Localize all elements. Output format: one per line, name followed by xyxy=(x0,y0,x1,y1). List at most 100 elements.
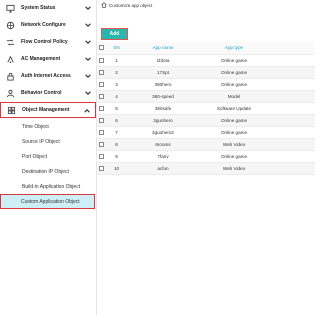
app-type-cell: Web Video xyxy=(198,138,270,151)
chevron-up-icon[interactable] xyxy=(82,106,92,116)
submenu-item-source-ip-object[interactable]: Source IP Object xyxy=(0,134,96,149)
row-checkbox[interactable] xyxy=(97,138,105,151)
row-checkbox[interactable] xyxy=(97,90,105,103)
sidebar-item-ac-management[interactable]: AC Management xyxy=(0,51,96,67)
app-name-cell: 6rooms xyxy=(128,138,198,151)
row-filler xyxy=(270,162,315,175)
app-name-cell: 360-speed xyxy=(128,90,198,103)
sn-cell: 9 xyxy=(105,150,128,163)
object-icon xyxy=(7,106,16,115)
submenu-item-port-object[interactable]: Port Object xyxy=(0,149,96,164)
sidebar-item-label: Auth Internet Access xyxy=(21,73,71,79)
app-name-cell: 7fanv xyxy=(128,150,198,163)
sidebar-item-label: Network Configure xyxy=(21,22,66,28)
app-type-cell: Online game xyxy=(198,78,270,91)
app-name-cell: 3guohero2 xyxy=(128,126,198,139)
submenu-item-time-object[interactable]: Time Object xyxy=(0,119,96,134)
table-row[interactable]: 4 360-speed Model xyxy=(97,90,315,103)
sidebar-item-auth-internet-access[interactable]: Auth Internet Access xyxy=(0,68,96,84)
sn-header[interactable]: SN xyxy=(105,42,128,55)
row-checkbox[interactable] xyxy=(97,114,105,127)
network-icon xyxy=(6,21,15,30)
table-header-row: SN App name App type xyxy=(97,42,315,55)
table-row[interactable]: 3 360hero Online game xyxy=(97,78,315,91)
chevron-down-icon[interactable] xyxy=(83,71,93,81)
row-checkbox[interactable] xyxy=(97,66,105,79)
sidebar-item-object-management[interactable]: Object Management xyxy=(0,102,96,118)
sidebar-item-label: AC Management xyxy=(21,56,61,62)
app-name-cell: 17Spt xyxy=(128,66,198,79)
table-row[interactable]: 10 acfun Web Video xyxy=(97,162,315,175)
submenu-item-destination-ip-object[interactable]: Destination IP Object xyxy=(0,164,96,179)
table-row[interactable]: 7 3guohero2 Online game xyxy=(97,126,315,139)
app-type-header[interactable]: App type xyxy=(198,42,270,55)
chevron-down-icon[interactable] xyxy=(83,3,93,13)
toolbar: Add xyxy=(97,28,315,42)
behavior-icon xyxy=(6,89,15,98)
sidebar-item-network-configure[interactable]: Network Configure xyxy=(0,17,96,33)
object-management-submenu: Time Object Source IP Object Port Object De… xyxy=(0,119,96,209)
sn-cell: 6 xyxy=(105,114,128,127)
select-all-checkbox[interactable] xyxy=(97,42,105,55)
row-checkbox[interactable] xyxy=(97,150,105,163)
row-filler xyxy=(270,66,315,79)
submenu-item-custom-application-object[interactable]: Custom Application Object xyxy=(0,194,95,209)
monitor-icon xyxy=(6,4,15,13)
sidebar-item-label: Behavior Control xyxy=(21,90,62,96)
header-filler xyxy=(270,42,315,55)
table-row[interactable]: 9 7fanv Online game xyxy=(97,150,315,163)
chevron-down-icon[interactable] xyxy=(83,88,93,98)
sn-cell: 2 xyxy=(105,66,128,79)
sn-cell: 4 xyxy=(105,90,128,103)
app-name-cell: 3guohero xyxy=(128,114,198,127)
app-type-cell: Web Video xyxy=(198,162,270,175)
submenu-item-build-in-application-object[interactable]: Build-in Application Object xyxy=(0,179,96,194)
row-filler xyxy=(270,54,315,67)
row-checkbox[interactable] xyxy=(97,162,105,175)
chevron-down-icon[interactable] xyxy=(83,54,93,64)
row-checkbox[interactable] xyxy=(97,102,105,115)
chevron-down-icon[interactable] xyxy=(83,20,93,30)
breadcrumb: Customize app object xyxy=(101,1,152,9)
row-filler xyxy=(270,114,315,127)
table-row[interactable]: 2 17Spt Online game xyxy=(97,66,315,79)
row-filler xyxy=(270,126,315,139)
main-content: Customize app object Add SN App name App… xyxy=(97,0,315,315)
sidebar-item-label: Flow Control Policy xyxy=(21,39,68,45)
table-row[interactable]: 1 1fdota Online game xyxy=(97,54,315,67)
sn-cell: 3 xyxy=(105,78,128,91)
app-object-table: SN App name App type 1 1fdota Online game 2… xyxy=(97,42,315,175)
table-row[interactable]: 6 3guohero Online game xyxy=(97,114,315,127)
app-name-cell: 360hero xyxy=(128,78,198,91)
sn-cell: 5 xyxy=(105,102,128,115)
sidebar-item-system-status[interactable]: System Status xyxy=(0,0,96,16)
sidebar-item-flow-control-policy[interactable]: Flow Control Policy xyxy=(0,34,96,50)
row-checkbox[interactable] xyxy=(97,78,105,91)
row-filler xyxy=(270,138,315,151)
sidebar: System Status Network Configure Flow Contr… xyxy=(0,0,97,315)
chevron-down-icon[interactable] xyxy=(83,37,93,47)
app-type-cell: Online game xyxy=(198,150,270,163)
app-type-cell: Software Update xyxy=(198,102,270,115)
app-name-cell: 1fdota xyxy=(128,54,198,67)
app-type-cell: Online game xyxy=(198,54,270,67)
sidebar-item-behavior-control[interactable]: Behavior Control xyxy=(0,85,96,101)
home-icon[interactable] xyxy=(101,2,107,8)
add-button[interactable]: Add xyxy=(101,28,128,40)
row-checkbox[interactable] xyxy=(97,54,105,67)
app-type-cell: Online game xyxy=(198,66,270,79)
app-type-cell: Model xyxy=(198,90,270,103)
breadcrumb-text: Customize app object xyxy=(109,2,153,8)
sn-cell: 8 xyxy=(105,138,128,151)
auth-icon xyxy=(6,72,15,81)
table-row[interactable]: 8 6rooms Web Video xyxy=(97,138,315,151)
table-row[interactable]: 5 360safe Software Update xyxy=(97,102,315,115)
app-type-cell: Online game xyxy=(198,126,270,139)
row-filler xyxy=(270,150,315,163)
row-checkbox[interactable] xyxy=(97,126,105,139)
sn-cell: 7 xyxy=(105,126,128,139)
app-name-header[interactable]: App name xyxy=(128,42,198,55)
sn-cell: 10 xyxy=(105,162,128,175)
app-type-cell: Online game xyxy=(198,114,270,127)
ac-icon xyxy=(6,55,15,64)
